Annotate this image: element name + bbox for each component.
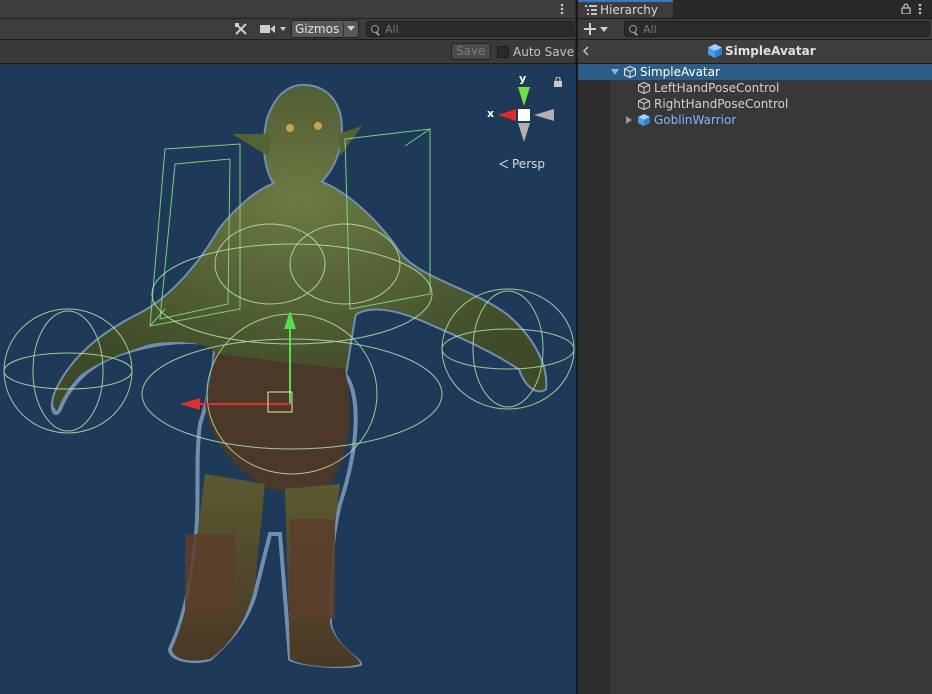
kebab-menu-icon[interactable] [560, 3, 564, 15]
lock-icon[interactable] [553, 76, 563, 87]
prefab-cube-icon [638, 114, 650, 126]
scene-tab-bar [0, 0, 575, 19]
projection-label: Persp [512, 157, 545, 171]
gizmo-x-label: x [487, 107, 495, 120]
auto-save-checkbox[interactable] [497, 46, 509, 58]
tree-item-label: SimpleAvatar [640, 65, 720, 79]
dropdown-arrow-icon [347, 26, 355, 31]
tab-hierarchy-label: Hierarchy [600, 3, 659, 17]
kebab-menu-icon[interactable] [918, 3, 922, 15]
tree-item-lefthandposecontrol[interactable]: LeftHandPoseControl [578, 80, 932, 96]
chevron-left-icon[interactable] [582, 46, 590, 56]
gizmo-y-label: y [519, 72, 527, 85]
orientation-gizmo[interactable]: y x [487, 72, 562, 152]
prefab-header-title: SimpleAvatar [725, 44, 816, 58]
list-icon [585, 5, 597, 15]
tree-item-label: LeftHandPoseControl [654, 81, 780, 95]
prefab-header: SimpleAvatar [578, 40, 932, 64]
gizmos-label: Gizmos [295, 22, 340, 36]
hierarchy-search-input[interactable]: All [624, 21, 930, 37]
tree-item-label: GoblinWarrior [654, 113, 737, 127]
tree-item-righthandposecontrol[interactable]: RightHandPoseControl [578, 96, 932, 112]
perspective-icon [499, 159, 509, 169]
auto-save-label: Auto Save [513, 45, 575, 59]
scene-viewport[interactable]: y x Persp [0, 64, 576, 694]
chevron-down-icon [343, 22, 344, 36]
goblin-model [3, 83, 575, 669]
scene-search-input[interactable]: All [366, 21, 574, 37]
add-dropdown[interactable] [584, 21, 610, 37]
tools-icon[interactable] [233, 21, 249, 37]
plus-icon [584, 23, 596, 35]
gameobject-cube-icon [624, 66, 636, 78]
chevron-down-icon [600, 27, 608, 32]
hierarchy-tree [578, 64, 932, 694]
search-icon [371, 25, 379, 33]
camera-icon[interactable] [259, 22, 289, 36]
gizmos-dropdown[interactable]: Gizmos [291, 20, 359, 38]
prefab-cube-icon [708, 44, 722, 58]
hierarchy-gutter [578, 64, 610, 694]
gameobject-cube-icon [638, 82, 650, 94]
lock-icon[interactable] [901, 3, 911, 15]
search-icon [629, 25, 637, 33]
hierarchy-toolbar: All [578, 19, 932, 40]
gameobject-cube-icon [638, 98, 650, 110]
expand-toggle-icon[interactable] [626, 116, 632, 124]
prefab-mode-bar: Save Auto Save [0, 40, 575, 64]
expand-toggle-icon[interactable] [611, 69, 619, 75]
save-button[interactable]: Save [451, 43, 491, 60]
tree-item-simpleavatar[interactable]: SimpleAvatar [578, 64, 932, 80]
scene-toolbar: Gizmos All [0, 19, 575, 40]
projection-toggle[interactable]: Persp [499, 156, 559, 172]
tab-hierarchy[interactable]: Hierarchy [578, 0, 673, 18]
tree-item-label: RightHandPoseControl [654, 97, 789, 111]
tree-item-goblinwarrior[interactable]: GoblinWarrior [578, 112, 932, 128]
